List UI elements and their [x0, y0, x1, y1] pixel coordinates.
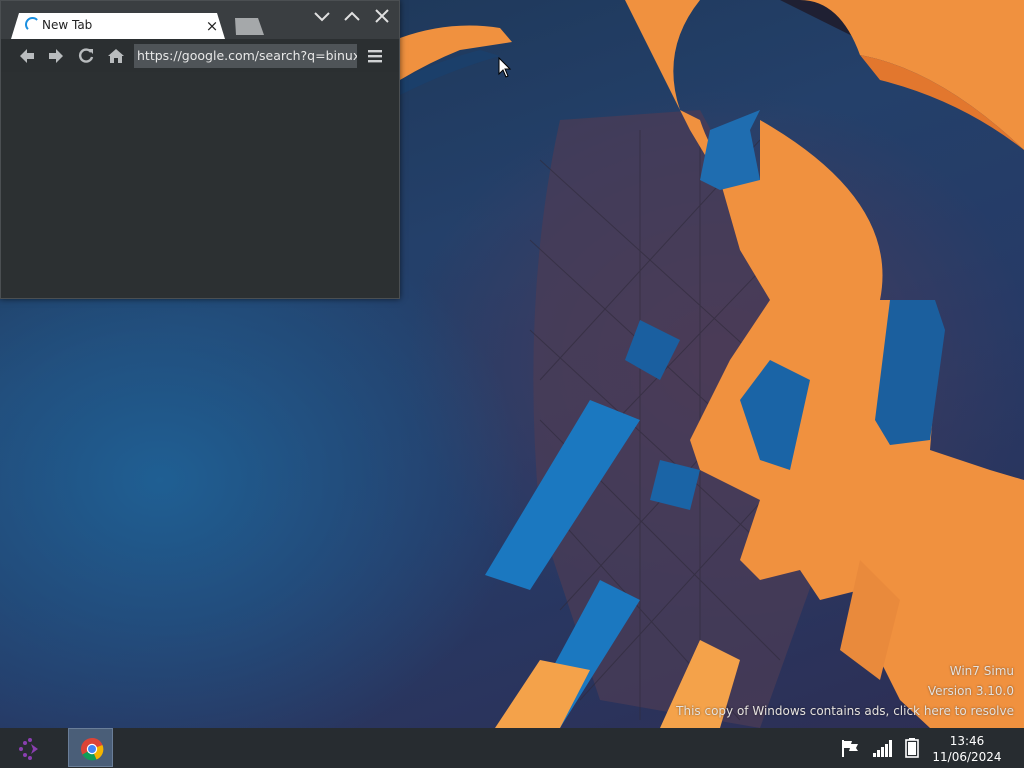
tab-title: New Tab	[42, 18, 93, 32]
browser-window: New Tab × https://google.com/search?q=bi…	[0, 0, 400, 299]
signal-icon[interactable]	[872, 738, 894, 758]
title-bar[interactable]: New Tab ×	[1, 1, 399, 39]
taskbar: 13:46 11/06/2024	[0, 728, 1024, 768]
clock-date: 11/06/2024	[932, 750, 1002, 764]
mouse-cursor-icon	[498, 57, 512, 78]
new-tab-button[interactable]	[235, 18, 264, 35]
back-button[interactable]	[16, 45, 38, 67]
desktop: New Tab × https://google.com/search?q=bi…	[0, 0, 1024, 768]
forward-button[interactable]	[45, 45, 67, 67]
reload-button[interactable]	[75, 45, 97, 67]
close-icon	[375, 9, 389, 23]
menu-icon	[368, 50, 382, 63]
clock-time: 13:46	[949, 734, 985, 748]
taskbar-chrome-button[interactable]	[68, 728, 113, 767]
page-content[interactable]	[1, 72, 399, 298]
home-icon	[108, 49, 124, 63]
activation-watermark[interactable]: Win7 Simu Version 3.10.0 This copy of Wi…	[676, 661, 1014, 721]
home-button[interactable]	[105, 45, 127, 67]
flag-icon[interactable]	[840, 738, 860, 758]
reload-icon	[79, 48, 94, 63]
tab-close-button[interactable]: ×	[204, 17, 220, 35]
maximize-icon	[344, 11, 360, 21]
browser-menu-button[interactable]	[364, 45, 386, 67]
minimize-icon	[314, 12, 330, 22]
maximize-button[interactable]	[340, 5, 364, 27]
chrome-icon	[81, 737, 104, 761]
watermark-ads-notice[interactable]: This copy of Windows contains ads, click…	[676, 701, 1014, 721]
minimize-button[interactable]	[310, 5, 334, 27]
close-window-button[interactable]	[370, 5, 394, 27]
back-arrow-icon	[20, 49, 34, 63]
watermark-title: Win7 Simu	[949, 664, 1014, 678]
forward-arrow-icon	[49, 49, 63, 63]
battery-icon[interactable]	[904, 738, 920, 758]
loading-spinner-icon	[25, 17, 40, 32]
start-button[interactable]	[16, 736, 46, 762]
start-logo-icon	[19, 738, 38, 760]
address-bar[interactable]: https://google.com/search?q=binux	[134, 44, 357, 68]
clock[interactable]: 13:46 11/06/2024	[928, 733, 1006, 765]
watermark-version: Version 3.10.0	[927, 684, 1014, 698]
